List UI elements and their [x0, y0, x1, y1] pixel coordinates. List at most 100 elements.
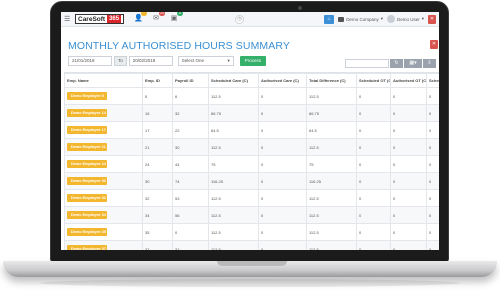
laptop-shadow: [40, 279, 460, 287]
employee-button[interactable]: Demo Employee 24: [67, 160, 107, 168]
employee-cell: Demo Employee 37: [64, 240, 143, 250]
columns-icon[interactable]: ▦▾: [404, 59, 422, 68]
inbox-icon[interactable]: ⌂: [324, 14, 335, 24]
to-label: To: [114, 56, 127, 66]
column-header[interactable]: Emp. ID: [142, 73, 173, 88]
search-input[interactable]: [345, 59, 389, 68]
table-cell: 0: [258, 87, 307, 105]
column-header[interactable]: Scheduled Care (C): [208, 73, 259, 88]
column-header[interactable]: Total Difference (C): [306, 73, 357, 88]
cell-value: 112.5: [309, 144, 319, 150]
table-cell: 24: [142, 155, 173, 173]
column-header[interactable]: Scheduled (C): [426, 73, 439, 88]
table-cell: 112.5: [306, 206, 357, 224]
process-button[interactable]: Process: [239, 56, 267, 66]
cell-value: 32: [175, 110, 180, 116]
cell-value: 0: [429, 178, 432, 184]
cell-value: 0: [261, 144, 264, 150]
cell-value: 0: [359, 93, 362, 99]
table-cell: 112.5: [208, 240, 259, 250]
cell-value: 112.5: [211, 229, 221, 235]
employee-button[interactable]: Demo Employee 37: [67, 245, 107, 250]
cell-value: 0: [429, 110, 432, 116]
employee-button[interactable]: Demo Employee 34: [67, 211, 107, 219]
column-header[interactable]: Payroll ID: [172, 73, 209, 88]
user-icon[interactable]: 👤: [134, 12, 148, 23]
table-cell: 0: [258, 240, 307, 251]
column-header[interactable]: Authorised Care (C): [258, 73, 307, 88]
table-cell: 75: [306, 155, 357, 173]
table-row: Demo Employee 242444750750000: [64, 155, 439, 173]
cell-value: 0: [261, 93, 264, 99]
panel-close-icon[interactable]: ✕: [430, 40, 438, 49]
cell-value: 30: [175, 144, 180, 150]
table-cell: 0: [426, 223, 439, 241]
cell-value: 0: [261, 246, 264, 251]
table-cell: 17: [142, 121, 173, 139]
company-label: Demo Company: [346, 16, 379, 22]
calendar-icon[interactable]: ▣ 0: [170, 12, 184, 23]
cell-value: 112.5: [211, 93, 221, 99]
employee-button[interactable]: Demo Employee 35: [67, 228, 107, 236]
table-cell: 0: [172, 223, 209, 241]
employee-button[interactable]: Demo Employee 32: [67, 194, 107, 202]
table-cell: 6: [172, 87, 209, 105]
cell-value: 53: [175, 195, 180, 201]
to-date-field[interactable]: 20/02/2018: [128, 56, 173, 66]
table-cell: 0: [356, 172, 391, 190]
clock-icon[interactable]: ◷: [235, 15, 244, 24]
cell-value: 22: [175, 127, 180, 133]
avatar: [386, 15, 395, 23]
table-cell: 0: [426, 121, 439, 139]
cell-value: 0: [393, 246, 396, 251]
table-cell: 30: [172, 138, 209, 156]
cell-value: 64.5: [211, 127, 219, 133]
table-cell: 22: [172, 121, 209, 139]
table-body: Demo Employee 556112.50112.50000Demo Emp…: [64, 87, 439, 251]
column-header[interactable]: Authorised OT (C): [390, 73, 427, 88]
column-header[interactable]: Emp. Name: [64, 73, 143, 88]
user-menu[interactable]: Demo User ▾: [386, 15, 424, 23]
messages-icon[interactable]: ✉ 20: [152, 12, 166, 23]
cell-value: 5: [145, 93, 148, 99]
employee-cell: Demo Employee 21: [64, 138, 143, 156]
refresh-icon[interactable]: ↻: [390, 59, 403, 68]
employee-button[interactable]: Demo Employee 21: [67, 143, 107, 151]
employee-button[interactable]: Demo Employee 14: [67, 109, 107, 117]
column-header[interactable]: Scheduled OT (C): [356, 73, 391, 88]
cell-value: 0: [359, 178, 362, 184]
table-row: Demo Employee 14163286.75086.750000: [64, 104, 439, 122]
cell-value: 0: [261, 127, 264, 133]
cell-value: 86.75: [211, 110, 222, 116]
cell-value: 0: [393, 127, 396, 133]
download-icon[interactable]: ⇩: [423, 59, 436, 68]
table-cell: 86.75: [306, 104, 357, 122]
table-cell: 35: [142, 223, 173, 241]
app-screen: ☰ CareSoft 365 👤 ✉ 20 ▣ 0 ◷ ⌂ Demo Company ▾…: [61, 12, 439, 250]
select-dropdown[interactable]: Select One ▾: [177, 56, 234, 66]
employee-button[interactable]: Demo Employee 30: [67, 177, 107, 185]
table-row: Demo Employee 323253112.50112.50000: [64, 189, 439, 207]
employee-button[interactable]: Demo Employee 5: [67, 92, 107, 100]
table-row: Demo Employee 373737112.50112.50000: [64, 240, 439, 251]
from-date-field[interactable]: 21/01/2018: [68, 56, 112, 66]
cell-value: 0: [359, 246, 362, 251]
company-selector[interactable]: Demo Company ▾: [338, 16, 383, 22]
table-cell: 112.5: [306, 87, 357, 105]
cell-value: 0: [429, 195, 432, 201]
table-cell: 0: [356, 240, 391, 251]
app-logo[interactable]: CareSoft 365: [75, 14, 125, 24]
table-cell: 30: [142, 172, 173, 190]
table-cell: 112.5: [306, 240, 357, 250]
cell-value: 64.5: [309, 127, 317, 133]
cell-value: 0: [261, 212, 264, 218]
hamburger-icon[interactable]: ☰: [64, 16, 72, 23]
employee-button[interactable]: Demo Employee 17: [67, 126, 107, 134]
chevron-down-icon: ▾: [380, 16, 383, 21]
table-cell: 0: [390, 138, 427, 156]
select-value: Select One: [181, 58, 205, 63]
close-icon[interactable]: ✕: [428, 14, 436, 24]
cell-value: 0: [359, 127, 362, 133]
table-cell: 0: [356, 104, 391, 122]
cell-value: 0: [175, 229, 178, 235]
